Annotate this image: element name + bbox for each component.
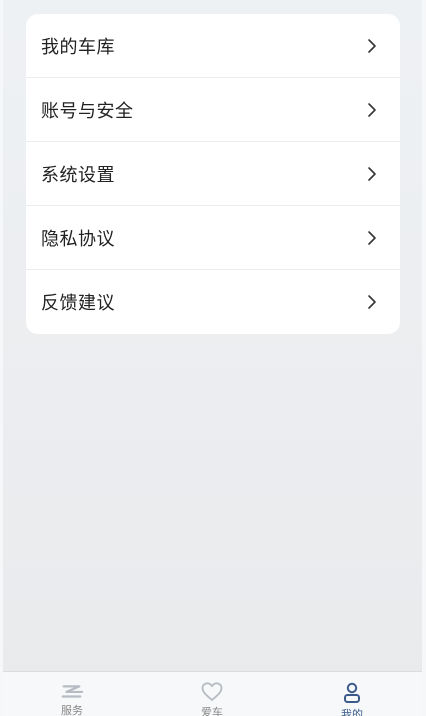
screen-edge-right <box>422 0 426 716</box>
bottom-tab-bar: 服务 爱车 我的 <box>3 671 422 716</box>
menu-item-privacy-policy[interactable]: 隐私协议 <box>26 206 400 270</box>
chevron-right-icon <box>366 38 378 54</box>
tab-mine[interactable]: 我的 <box>292 672 412 716</box>
menu-item-label: 反馈建议 <box>41 293 115 314</box>
person-icon <box>340 682 364 704</box>
chevron-right-icon <box>366 294 378 310</box>
menu-item-account-security[interactable]: 账号与安全 <box>26 78 400 142</box>
menu-item-feedback[interactable]: 反馈建议 <box>26 270 400 334</box>
tab-service[interactable]: 服务 <box>12 672 132 716</box>
menu-item-label: 账号与安全 <box>41 100 134 122</box>
tab-my-car[interactable]: 爱车 <box>152 672 272 716</box>
menu-item-label: 系统设置 <box>41 164 115 186</box>
menu-item-my-garage[interactable]: 我的车库 <box>26 14 400 78</box>
menu-item-label: 我的车库 <box>41 36 115 58</box>
tab-label: 服务 <box>61 704 83 716</box>
settings-menu-card: 我的车库 账号与安全 系统设置 隐私协议 反馈建议 <box>26 14 400 334</box>
tab-label: 爱车 <box>201 706 223 716</box>
menu-item-label: 隐私协议 <box>41 228 115 250</box>
chevron-right-icon <box>366 166 378 182</box>
chevron-right-icon <box>366 230 378 246</box>
tab-label: 我的 <box>341 708 363 716</box>
service-icon <box>60 682 84 700</box>
chevron-right-icon <box>366 102 378 118</box>
heart-icon <box>200 682 224 702</box>
screen-edge-left <box>0 0 3 716</box>
menu-item-system-settings[interactable]: 系统设置 <box>26 142 400 206</box>
